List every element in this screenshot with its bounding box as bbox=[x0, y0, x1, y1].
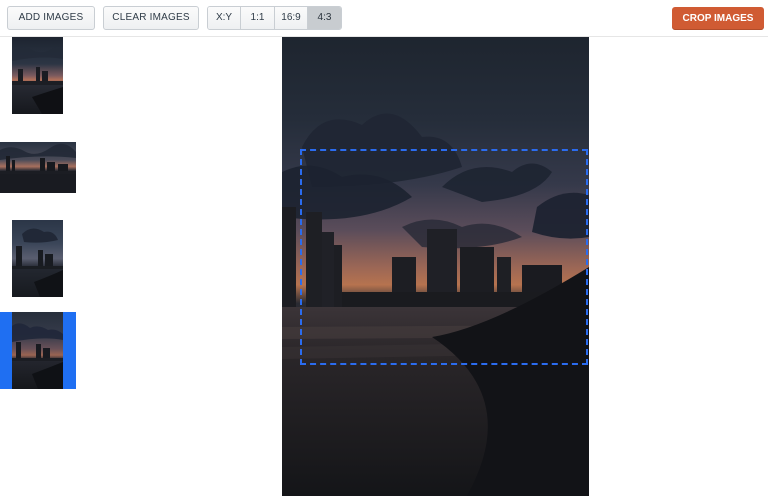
thumbnail-4-selected[interactable] bbox=[0, 312, 76, 389]
city-photo-portrait bbox=[12, 220, 63, 297]
image-cropper-app: ADD IMAGES CLEAR IMAGES X:Y 1:1 16:9 4:3… bbox=[0, 0, 768, 496]
city-photo-portrait bbox=[12, 37, 63, 114]
ratio-4-3-button[interactable]: 4:3 bbox=[308, 7, 341, 29]
city-photo-portrait bbox=[12, 312, 63, 389]
aspect-ratio-group: X:Y 1:1 16:9 4:3 bbox=[207, 6, 342, 30]
crop-images-button[interactable]: CROP IMAGES bbox=[672, 7, 764, 30]
thumbnail-list bbox=[0, 37, 80, 496]
add-images-button[interactable]: ADD IMAGES bbox=[7, 6, 95, 30]
toolbar: ADD IMAGES CLEAR IMAGES X:Y 1:1 16:9 4:3… bbox=[0, 0, 768, 37]
thumbnail-3[interactable] bbox=[12, 220, 63, 297]
ratio-1-1-button[interactable]: 1:1 bbox=[241, 7, 275, 29]
city-photo-landscape bbox=[0, 142, 76, 193]
crop-selection-box[interactable] bbox=[300, 149, 588, 365]
ratio-free-button[interactable]: X:Y bbox=[208, 7, 241, 29]
ratio-16-9-button[interactable]: 16:9 bbox=[275, 7, 308, 29]
thumbnail-1[interactable] bbox=[12, 37, 63, 114]
thumbnail-2[interactable] bbox=[0, 142, 76, 193]
clear-images-button[interactable]: CLEAR IMAGES bbox=[103, 6, 199, 30]
thumbnail-4 bbox=[12, 312, 63, 389]
